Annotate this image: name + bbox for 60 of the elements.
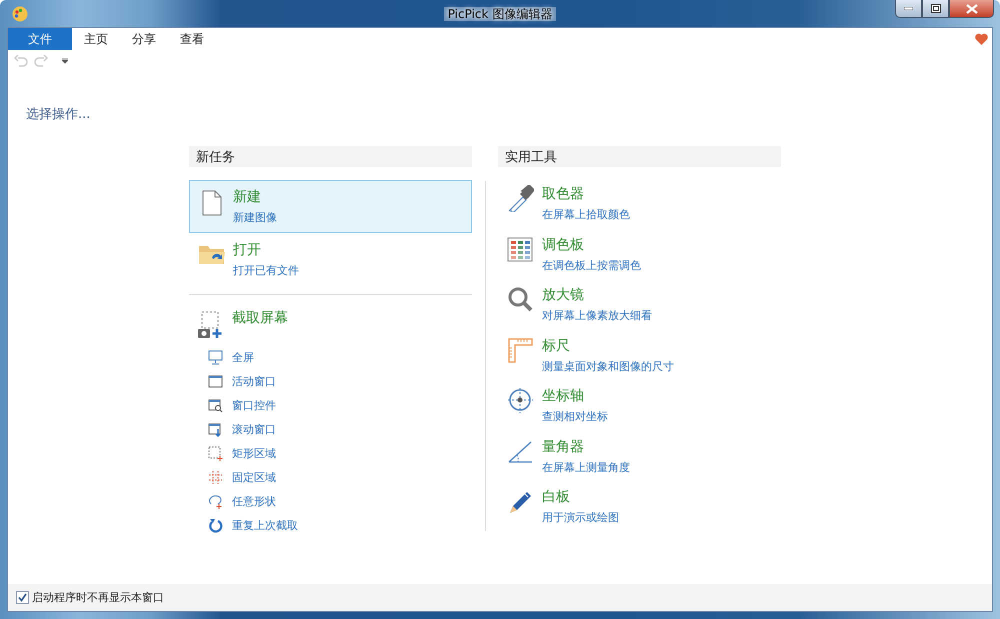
tool-title[interactable]: 坐标轴 [542, 387, 584, 405]
capture-option[interactable]: 重复上次截取 [232, 518, 298, 532]
menu-tab[interactable]: 文件 [8, 28, 72, 50]
maximize-button[interactable] [922, 0, 949, 18]
capture-option[interactable]: 活动窗口 [232, 374, 276, 388]
tool-title[interactable]: 调色板 [542, 236, 584, 254]
crosshair-icon [506, 387, 534, 414]
menu-tab[interactable]: 主页 [72, 28, 120, 50]
capture-option[interactable]: 窗口控件 [232, 398, 276, 412]
tool-title[interactable]: 标尺 [542, 336, 570, 354]
folder-icon [198, 243, 226, 265]
window-title: PicPick 图像编辑器 [444, 7, 556, 21]
checkbox[interactable] [16, 591, 29, 604]
prompt-text: 选择操作... [26, 106, 90, 123]
tool-description: 测量桌面对象和图像的尺寸 [542, 360, 674, 374]
heart-icon[interactable] [975, 33, 988, 45]
close-button[interactable] [949, 0, 994, 18]
menu-tab[interactable]: 分享 [120, 28, 168, 50]
maximize-icon [930, 4, 940, 13]
dashed-rectangle-icon [208, 446, 223, 460]
tool-title[interactable]: 取色器 [542, 185, 584, 203]
palette-icon [506, 236, 534, 262]
camera-capture-icon [198, 311, 224, 339]
tool-title[interactable]: 白板 [542, 488, 570, 506]
repeat-icon [208, 518, 223, 532]
eyedropper-icon [506, 185, 534, 212]
tool-title[interactable]: 放大镜 [542, 286, 584, 304]
tool-description: 在调色板上按需调色 [542, 258, 641, 272]
close-icon [966, 4, 978, 14]
menu-tab[interactable]: 查看 [168, 28, 216, 50]
minimize-icon [904, 7, 913, 10]
capture-option[interactable]: 任意形状 [232, 494, 276, 508]
search-icon [506, 286, 534, 313]
checkbox-label[interactable]: 启动程序时不再显示本窗口 [32, 590, 164, 605]
window-scroll-icon [208, 422, 223, 436]
window-search-icon [208, 398, 223, 412]
palette-app-icon [12, 6, 28, 22]
window-icon [208, 374, 223, 388]
capture-option[interactable]: 滚动窗口 [232, 422, 276, 436]
tool-title[interactable]: 量角器 [542, 438, 584, 456]
tool-description: 在屏幕上测量角度 [542, 460, 630, 474]
lasso-icon [208, 494, 223, 508]
customize-dropdown-icon[interactable] [62, 58, 68, 64]
section-header: 实用工具 [498, 146, 781, 167]
grid-icon [208, 470, 223, 484]
capture-option[interactable]: 全屏 [232, 350, 254, 364]
task-item[interactable]: 新建 新建图像 [189, 180, 472, 233]
capture-option[interactable]: 固定区域 [232, 470, 276, 484]
tool-description: 对屏幕上像素放大细看 [542, 309, 652, 323]
ruler-icon [506, 336, 534, 364]
capture-title[interactable]: 截取屏幕 [232, 309, 288, 327]
task-item[interactable]: 打开 打开已有文件 [189, 233, 472, 286]
tool-description: 用于演示或绘图 [542, 511, 619, 525]
tool-description: 查测相对坐标 [542, 410, 608, 424]
capture-option[interactable]: 矩形区域 [232, 446, 276, 460]
monitor-icon [208, 350, 223, 364]
section-header: 新任务 [189, 146, 472, 167]
tool-description: 在屏幕上拾取颜色 [542, 208, 630, 222]
minimize-button[interactable] [895, 0, 922, 18]
document-icon [202, 190, 222, 216]
